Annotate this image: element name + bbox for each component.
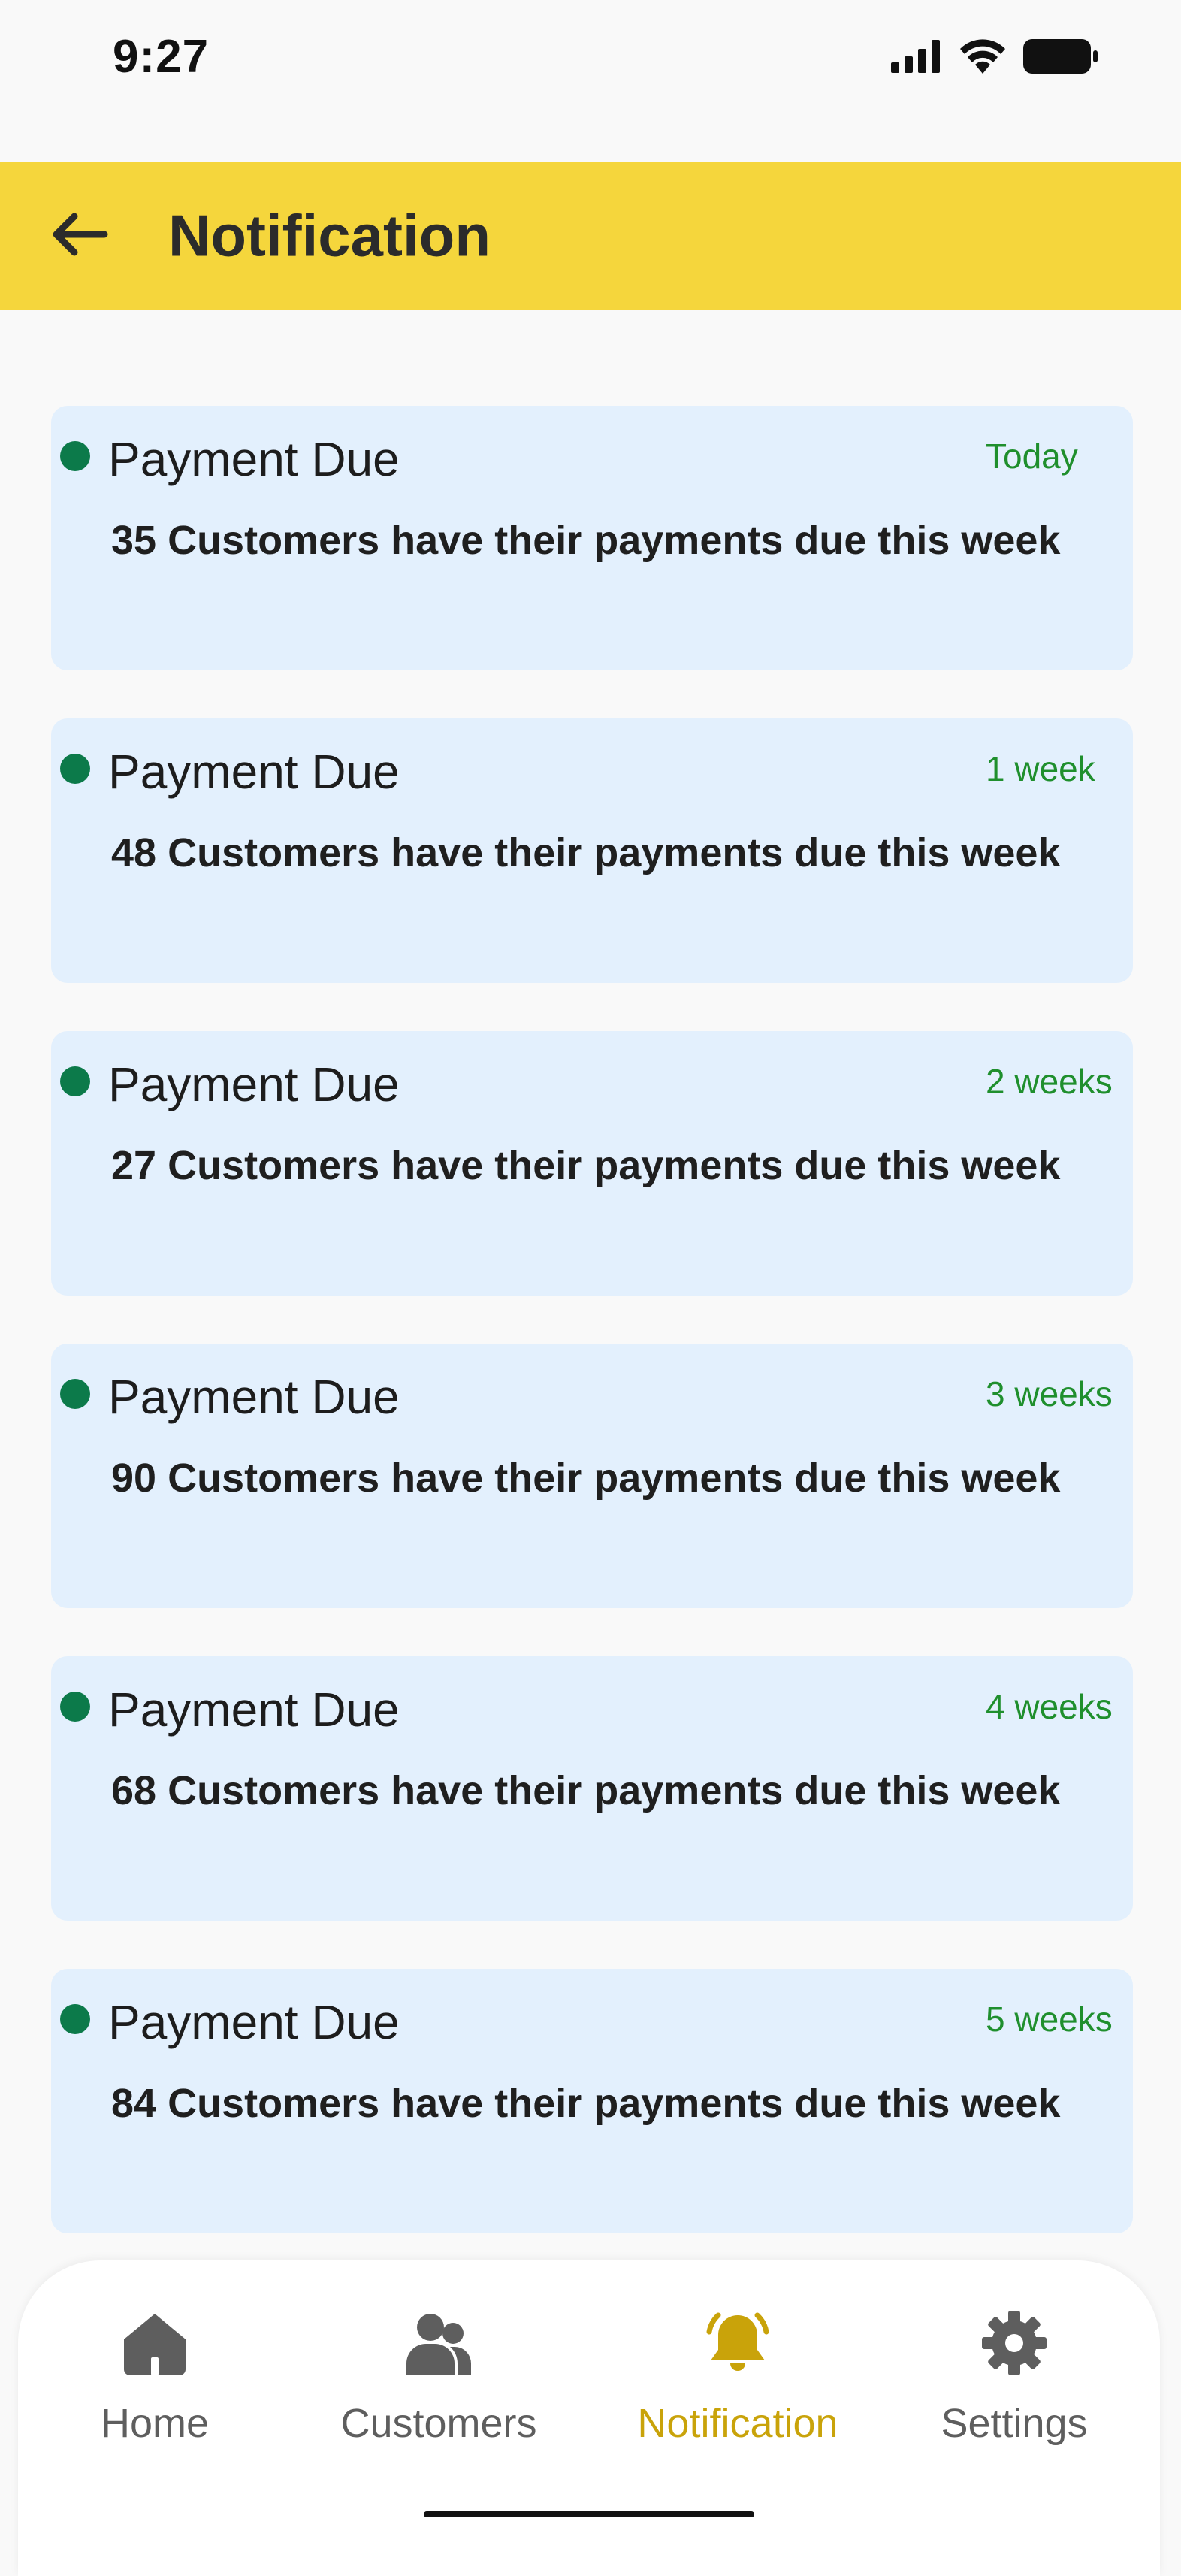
app-bar: Notification: [0, 162, 1181, 310]
bell-icon: [700, 2305, 775, 2381]
notification-card[interactable]: Payment Due 3 weeks 90 Customers have th…: [51, 1344, 1133, 1608]
notification-title: Payment Due: [108, 1683, 400, 1737]
nav-item-customers[interactable]: Customers: [319, 2305, 559, 2486]
nav-label: Home: [100, 2401, 210, 2446]
notification-message: 84 Customers have their payments due thi…: [111, 2081, 1061, 2126]
home-indicator: [424, 2511, 754, 2517]
unread-dot-icon: [60, 2004, 90, 2034]
notification-card[interactable]: Payment Due 4 weeks 68 Customers have th…: [51, 1656, 1133, 1921]
notification-title: Payment Due: [108, 1370, 400, 1424]
notification-message: 90 Customers have their payments due thi…: [111, 1456, 1061, 1501]
notification-time: 5 weeks: [986, 2000, 1113, 2039]
notification-message: 68 Customers have their payments due thi…: [111, 1768, 1061, 1813]
nav-label: Customers: [340, 2401, 537, 2446]
notification-title: Payment Due: [108, 432, 400, 486]
status-time: 9:27: [113, 31, 210, 83]
nav-item-home[interactable]: Home: [35, 2305, 275, 2486]
notification-time: 1 week: [986, 749, 1095, 788]
gear-icon: [977, 2305, 1052, 2381]
page-title: Notification: [168, 202, 491, 269]
notification-title: Payment Due: [108, 1995, 400, 2049]
unread-dot-icon: [60, 1692, 90, 1722]
notification-message: 27 Customers have their payments due thi…: [111, 1143, 1061, 1188]
notification-title: Payment Due: [108, 745, 400, 799]
nav-item-settings[interactable]: Settings: [894, 2305, 1134, 2486]
unread-dot-icon: [60, 1066, 90, 1096]
unread-dot-icon: [60, 441, 90, 471]
battery-icon: [1023, 39, 1098, 77]
nav-item-notification[interactable]: Notification: [618, 2305, 858, 2486]
notification-message: 35 Customers have their payments due thi…: [111, 518, 1061, 563]
wifi-icon: [959, 39, 1007, 77]
unread-dot-icon: [60, 1379, 90, 1409]
notification-card[interactable]: Payment Due 1 week 48 Customers have the…: [51, 718, 1133, 983]
status-icons: [891, 39, 1098, 77]
nav-label: Notification: [637, 2401, 838, 2446]
notification-time: 4 weeks: [986, 1687, 1113, 1726]
notification-list: Payment Due Today 35 Customers have thei…: [51, 406, 1133, 2281]
nav-label: Settings: [941, 2401, 1088, 2446]
back-button[interactable]: [45, 202, 113, 270]
status-bar: 9:27: [0, 0, 1181, 162]
users-icon: [401, 2305, 476, 2381]
notification-title: Payment Due: [108, 1057, 400, 1111]
notification-time: 2 weeks: [986, 1062, 1113, 1101]
notification-card[interactable]: Payment Due 5 weeks 84 Customers have th…: [51, 1969, 1133, 2233]
bottom-navigation: Home Customers Notification Settings: [18, 2260, 1160, 2576]
notification-card[interactable]: Payment Due Today 35 Customers have thei…: [51, 406, 1133, 670]
arrow-left-icon: [49, 210, 109, 262]
signal-icon: [891, 40, 942, 77]
notification-message: 48 Customers have their payments due thi…: [111, 830, 1061, 875]
home-icon: [117, 2305, 192, 2381]
notification-time: Today: [986, 437, 1078, 476]
notification-time: 3 weeks: [986, 1374, 1113, 1413]
notification-card[interactable]: Payment Due 2 weeks 27 Customers have th…: [51, 1031, 1133, 1296]
unread-dot-icon: [60, 754, 90, 784]
